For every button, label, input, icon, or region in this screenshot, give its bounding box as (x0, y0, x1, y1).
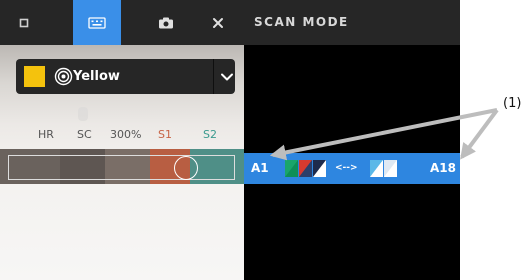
square-button[interactable] (0, 0, 48, 45)
range-arrow: <--> (335, 163, 358, 173)
strip-frame (8, 155, 235, 180)
dark-swatch-icon (313, 160, 326, 177)
scan-start-label: A1 (251, 161, 269, 175)
scale-label-sc: SC (77, 128, 92, 141)
chevron-down-icon[interactable] (220, 70, 234, 84)
color-dropdown[interactable]: Yellow (16, 59, 235, 94)
color-swatch (24, 66, 45, 87)
end-swatch-icons (370, 160, 397, 177)
scale-label-s1: S1 (158, 128, 172, 141)
camera-button[interactable] (142, 0, 190, 45)
callout-label: (1) (503, 96, 522, 111)
close-button[interactable] (194, 0, 242, 45)
mode-title: SCAN MODE (254, 15, 349, 29)
cyan-swatch-icon (370, 160, 383, 177)
scan-end-label: A18 (430, 161, 456, 175)
close-icon (213, 17, 223, 28)
scale-label-300: 300% (110, 128, 142, 141)
toolbar: SCAN MODE (0, 0, 460, 45)
dropdown-divider (213, 59, 214, 94)
red-swatch-icon (299, 160, 312, 177)
light-swatch-icon (384, 160, 397, 177)
background-blob (78, 107, 88, 121)
keyboard-button[interactable] (73, 0, 121, 45)
camera-icon (159, 17, 173, 28)
callout-arrow-end (460, 108, 499, 160)
scale-label-s2: S2 (203, 128, 217, 141)
keyboard-icon (88, 16, 106, 29)
start-swatch-icons (285, 160, 326, 177)
square-icon (19, 18, 29, 27)
lens-circle[interactable] (174, 156, 198, 180)
scale-label-hr: HR (38, 128, 54, 141)
green-swatch-icon (285, 160, 298, 177)
color-name: Yellow (73, 69, 120, 84)
target-icon (54, 67, 73, 86)
